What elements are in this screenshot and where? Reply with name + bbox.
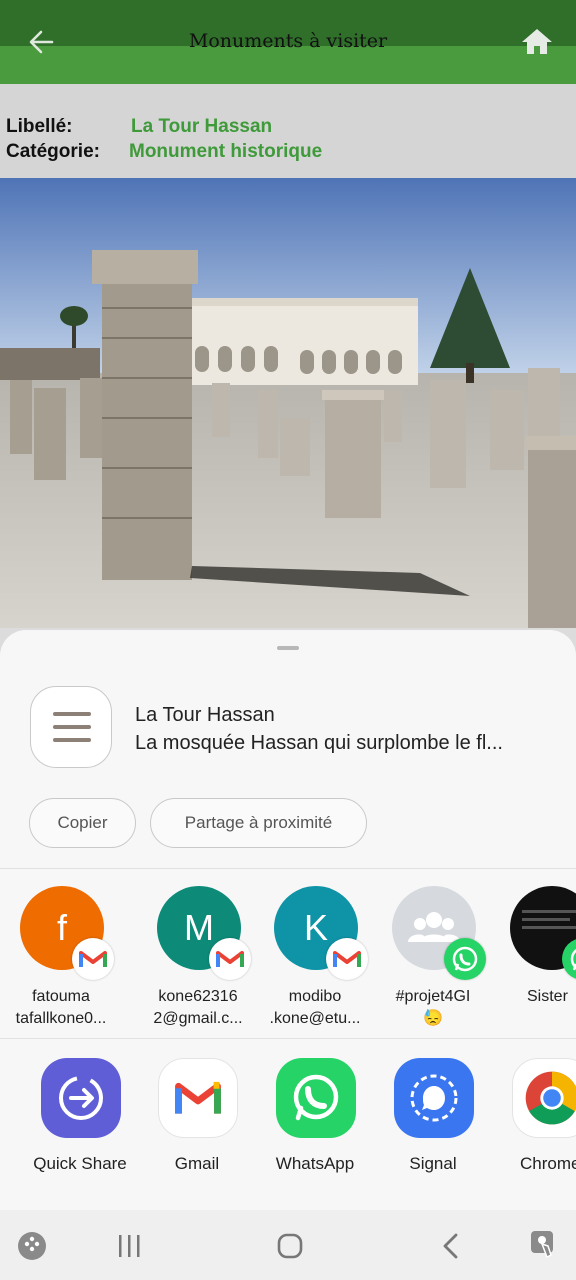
whatsapp-icon bbox=[562, 938, 576, 980]
app-bar: Monuments à visiter bbox=[0, 0, 576, 84]
app-label: Quick Share bbox=[33, 1154, 127, 1173]
home-icon bbox=[522, 29, 552, 54]
contact-name-line1: Sister bbox=[527, 988, 568, 1005]
monument-info-panel: Libellé: La Tour Hassan Catégorie: Monum… bbox=[0, 84, 576, 178]
quick-share-icon bbox=[41, 1058, 121, 1138]
app-label: WhatsApp bbox=[275, 1154, 355, 1173]
gmail-icon bbox=[326, 938, 368, 980]
share-title: La Tour Hassan bbox=[135, 704, 275, 726]
contact-name-line1: kone62316 bbox=[158, 988, 238, 1005]
copy-button[interactable]: Copier bbox=[29, 798, 136, 848]
chrome-icon bbox=[512, 1058, 576, 1138]
value-name: La Tour Hassan bbox=[131, 116, 273, 137]
contact-name-line1: modibo bbox=[288, 988, 342, 1005]
share-description: La mosquée Hassan qui surplombe le fl... bbox=[135, 732, 503, 754]
nearby-share-button[interactable]: Partage à proximité bbox=[150, 798, 367, 848]
system-nav-bar bbox=[0, 1210, 576, 1280]
app-label: Gmail bbox=[174, 1154, 220, 1173]
gmail-icon bbox=[209, 938, 251, 980]
gmail-icon bbox=[72, 938, 114, 980]
contact-name-line2: tafallkone0... bbox=[15, 1010, 107, 1027]
gmail-icon bbox=[158, 1058, 238, 1138]
monument-photo bbox=[0, 178, 576, 628]
group-name-line1: #projet4GI bbox=[395, 988, 471, 1005]
app-label: Signal bbox=[409, 1154, 457, 1173]
home-button[interactable] bbox=[518, 24, 556, 60]
recent-apps-icon[interactable] bbox=[114, 1232, 144, 1260]
game-launcher-icon[interactable] bbox=[16, 1230, 48, 1262]
document-icon bbox=[30, 686, 112, 768]
whatsapp-icon bbox=[444, 938, 486, 980]
app-label: Chrome bbox=[520, 1154, 576, 1173]
label-category: Catégorie: bbox=[6, 141, 100, 162]
accessibility-icon[interactable] bbox=[528, 1228, 560, 1262]
contact-name-line2: .kone@etu... bbox=[269, 1010, 361, 1027]
whatsapp-icon bbox=[276, 1058, 356, 1138]
value-category: Monument historique bbox=[129, 141, 323, 162]
group-name-line2: 😓 bbox=[423, 1010, 443, 1027]
sheet-drag-handle[interactable] bbox=[277, 646, 299, 650]
back-nav-icon[interactable] bbox=[436, 1230, 466, 1262]
label-name: Libellé: bbox=[6, 116, 73, 137]
contact-name-line1: fatouma bbox=[32, 988, 90, 1005]
signal-icon bbox=[394, 1058, 474, 1138]
divider bbox=[0, 868, 576, 869]
home-nav-icon[interactable] bbox=[274, 1230, 306, 1262]
divider bbox=[0, 1038, 576, 1039]
share-sheet: La Tour Hassan La mosquée Hassan qui sur… bbox=[0, 630, 576, 1210]
contact-name-line2: 2@gmail.c... bbox=[153, 1010, 243, 1027]
page-title: Monuments à visiter bbox=[188, 30, 388, 52]
